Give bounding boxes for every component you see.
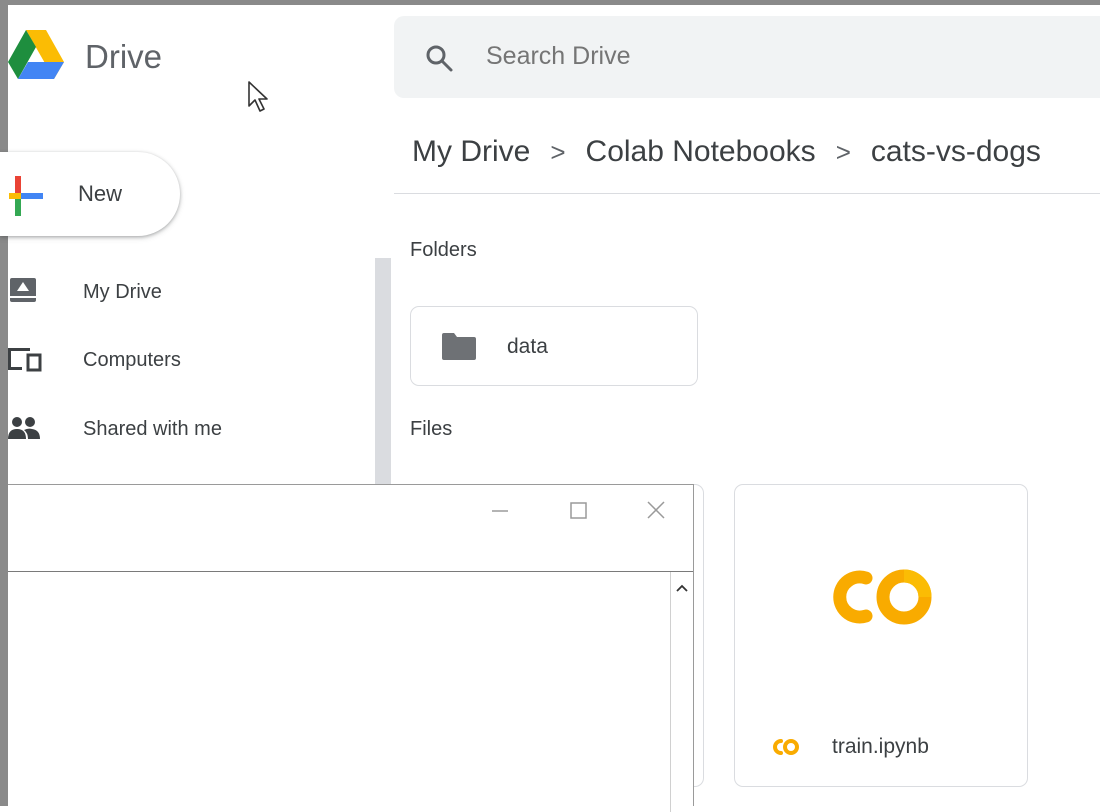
chevron-up-icon[interactable] — [675, 582, 689, 594]
window-divider — [8, 571, 693, 572]
sidebar-item-computers[interactable]: Computers — [0, 336, 360, 384]
window-frame-top — [0, 0, 1100, 5]
breadcrumb-my-drive[interactable]: My Drive — [412, 135, 530, 168]
close-icon[interactable] — [642, 499, 670, 523]
overlay-window[interactable] — [8, 484, 694, 812]
drive-logo-icon[interactable] — [8, 28, 64, 86]
breadcrumb-divider — [394, 193, 1100, 194]
plus-icon[interactable] — [9, 176, 43, 216]
breadcrumb-colab-notebooks[interactable]: Colab Notebooks — [586, 135, 816, 168]
minimize-icon[interactable] — [486, 499, 514, 523]
colab-icon — [773, 739, 799, 755]
window-frame-left — [0, 0, 8, 806]
search-input[interactable] — [486, 42, 986, 71]
maximize-icon[interactable] — [564, 499, 592, 523]
sidebar-scrollbar[interactable] — [375, 258, 391, 488]
folder-icon — [442, 333, 476, 360]
computers-icon — [8, 348, 42, 372]
breadcrumb-cats-vs-dogs[interactable]: cats-vs-dogs — [871, 135, 1041, 168]
files-heading: Files — [410, 418, 453, 440]
my-drive-icon — [10, 278, 36, 302]
app-title[interactable]: Drive — [85, 38, 162, 76]
colab-logo-icon — [833, 569, 932, 625]
sidebar-item-shared-with-me[interactable]: Shared with me — [0, 405, 360, 453]
sidebar-item-label: My Drive — [83, 281, 162, 303]
shared-icon — [8, 417, 40, 439]
new-button-label[interactable]: New — [78, 181, 122, 207]
folders-heading: Folders — [410, 239, 477, 261]
window-scrollbar[interactable] — [670, 572, 693, 812]
sidebar-item-my-drive[interactable]: My Drive — [0, 268, 360, 316]
search-icon[interactable] — [424, 43, 454, 73]
file-name[interactable]: train.ipynb — [832, 735, 929, 759]
breadcrumb-separator: > — [550, 137, 566, 167]
breadcrumb: My Drive > Colab Notebooks > cats-vs-dogs — [412, 135, 1041, 169]
folder-name[interactable]: data — [507, 335, 548, 359]
mouse-cursor-icon — [248, 81, 268, 112]
sidebar-item-label: Computers — [83, 349, 181, 371]
sidebar-item-label: Shared with me — [83, 418, 222, 440]
breadcrumb-separator: > — [835, 137, 851, 167]
